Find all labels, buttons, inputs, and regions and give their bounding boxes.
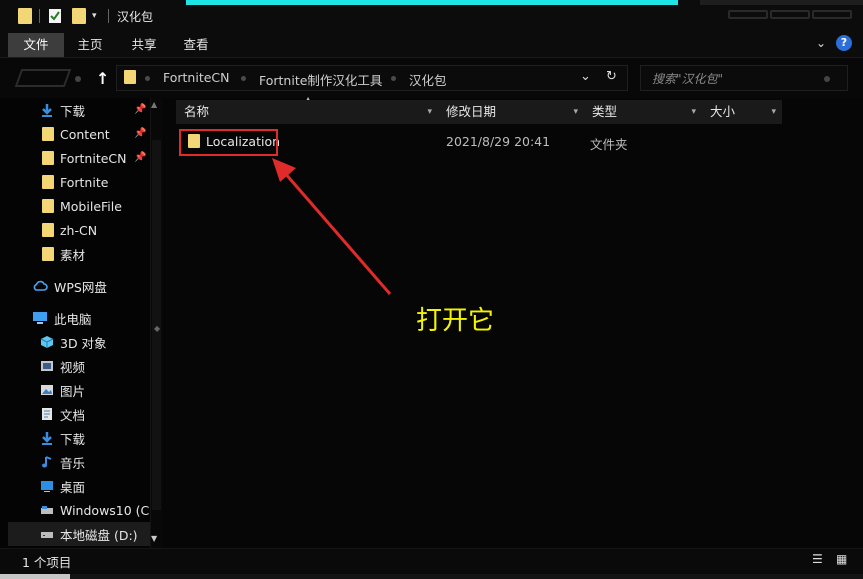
- properties-icon[interactable]: [48, 8, 62, 24]
- item-count: 1 个项目: [22, 555, 72, 570]
- title-accent-bar: [186, 0, 678, 5]
- tab-view[interactable]: 查看: [172, 33, 220, 57]
- sidebar-item-label: 图片: [60, 383, 86, 399]
- file-list-pane: [164, 98, 863, 548]
- sidebar-item-label: 此电脑: [54, 311, 92, 327]
- folder-icon: [42, 127, 54, 141]
- tab-share[interactable]: 共享: [120, 33, 168, 57]
- crumb-separator: [241, 76, 246, 81]
- file-type: 文件夹: [590, 137, 628, 152]
- sidebar-item-label: zh-CN: [60, 222, 98, 238]
- address-folder-icon: [124, 70, 136, 84]
- annotation-highlight-box: [179, 129, 278, 156]
- column-header-name[interactable]: 名称 ▾: [176, 100, 438, 124]
- sidebar-item-label: FortniteCN: [60, 150, 127, 166]
- help-icon[interactable]: ?: [836, 35, 852, 51]
- file-modified-date: 2021/8/29 20:41: [446, 134, 551, 149]
- search-placeholder: 搜索"汉化包": [652, 72, 724, 86]
- crumb-separator: [391, 76, 396, 81]
- tab-file[interactable]: 文件: [8, 33, 64, 57]
- cube-3d-icon: [40, 335, 54, 349]
- column-filter-icon[interactable]: ▾: [427, 100, 432, 124]
- document-icon: [40, 407, 54, 421]
- pin-icon[interactable]: 📌: [134, 152, 146, 163]
- crumb-separator: [145, 76, 150, 81]
- sidebar-item-label: WPS网盘: [54, 279, 107, 295]
- sidebar-item-label: 下载: [60, 431, 86, 447]
- column-filter-icon[interactable]: ▾: [691, 100, 696, 124]
- large-icons-view-icon[interactable]: ▦: [836, 552, 852, 566]
- qa-separator-2: [108, 8, 109, 24]
- cloud-icon: [32, 279, 48, 293]
- drive-icon: [40, 527, 54, 541]
- folder-icon: [42, 247, 54, 261]
- drive-c-icon: [40, 503, 54, 517]
- column-header-label: 类型: [592, 104, 618, 119]
- sidebar-item-label: 素材: [60, 247, 86, 263]
- ribbon-expand-icon[interactable]: ⌄: [816, 36, 826, 50]
- sidebar-item-label: Windows10 (C:: [60, 502, 154, 518]
- scroll-up-icon[interactable]: ▲: [151, 100, 157, 109]
- column-header-label: 修改日期: [446, 104, 497, 119]
- column-header-label: 名称: [184, 104, 210, 119]
- folder-icon: [42, 175, 54, 189]
- sidebar-item-label: MobileFile: [60, 198, 122, 214]
- new-folder-icon[interactable]: [72, 8, 86, 24]
- sidebar-item-label: Content: [60, 126, 110, 142]
- folder-icon: [18, 8, 32, 24]
- scroll-down-icon[interactable]: ▼: [151, 534, 157, 543]
- pin-icon[interactable]: 📌: [134, 128, 146, 139]
- search-icon[interactable]: [824, 76, 830, 82]
- title-decoration: [770, 10, 810, 19]
- column-filter-icon[interactable]: ▾: [771, 100, 776, 124]
- scroll-grip-icon: ◆: [154, 324, 161, 333]
- sidebar-item-label: 文档: [60, 407, 86, 423]
- sidebar-item-label: 视频: [60, 359, 86, 375]
- video-icon: [40, 359, 54, 373]
- download-arrow-icon: [40, 103, 54, 117]
- title-decoration: [812, 10, 852, 19]
- details-view-icon[interactable]: ☰: [812, 552, 828, 566]
- annotation-text: 打开它: [416, 306, 495, 336]
- qa-folder-icon[interactable]: [18, 8, 32, 24]
- qa-dropdown-icon[interactable]: ▾: [92, 8, 97, 24]
- status-accent-bar: [0, 574, 70, 579]
- column-filter-icon[interactable]: ▾: [573, 100, 578, 124]
- title-accent-dark-bar: [700, 0, 863, 5]
- back-forward-decoration[interactable]: [14, 69, 72, 87]
- status-bottom-bar: [0, 574, 863, 579]
- pin-icon[interactable]: 📌: [134, 104, 146, 115]
- folder-icon: [72, 8, 86, 24]
- column-header-date[interactable]: 修改日期 ▾: [438, 100, 584, 124]
- tab-home[interactable]: 主页: [66, 33, 114, 57]
- refresh-icon[interactable]: ↻: [606, 69, 617, 84]
- sidebar-item-label: Fortnite: [60, 174, 109, 190]
- breadcrumb-item[interactable]: 汉化包: [409, 70, 447, 89]
- computer-icon: [32, 311, 48, 325]
- sidebar-item-drive-d[interactable]: 本地磁盘 (D:): [8, 522, 150, 546]
- title-decoration: [728, 10, 768, 19]
- sidebar-item-label: 3D 对象: [60, 335, 107, 351]
- folder-icon: [42, 199, 54, 213]
- music-note-icon: [40, 455, 54, 469]
- qa-separator: [39, 8, 40, 24]
- window-title: 汉化包: [117, 10, 154, 24]
- up-arrow-icon[interactable]: ↑: [96, 69, 109, 88]
- download-arrow-icon: [40, 431, 54, 445]
- column-header-size[interactable]: 大小 ▾: [702, 100, 782, 124]
- address-dropdown-icon[interactable]: ⌄: [580, 69, 591, 84]
- sidebar-item-label: 音乐: [60, 455, 86, 471]
- picture-icon: [40, 383, 54, 397]
- folder-icon: [42, 223, 54, 237]
- folder-icon: [42, 151, 54, 165]
- column-header-type[interactable]: 类型 ▾: [584, 100, 702, 124]
- recent-dot[interactable]: [75, 76, 81, 82]
- sidebar-item-label: 本地磁盘 (D:): [60, 527, 138, 543]
- sidebar-item-label: 桌面: [60, 479, 86, 495]
- column-header-label: 大小: [710, 104, 736, 119]
- breadcrumb-item[interactable]: Fortnite制作汉化工具: [259, 70, 382, 89]
- desktop-icon: [40, 479, 54, 493]
- breadcrumb-item[interactable]: FortniteCN: [163, 70, 230, 85]
- sidebar-item-label: 下载: [60, 103, 86, 119]
